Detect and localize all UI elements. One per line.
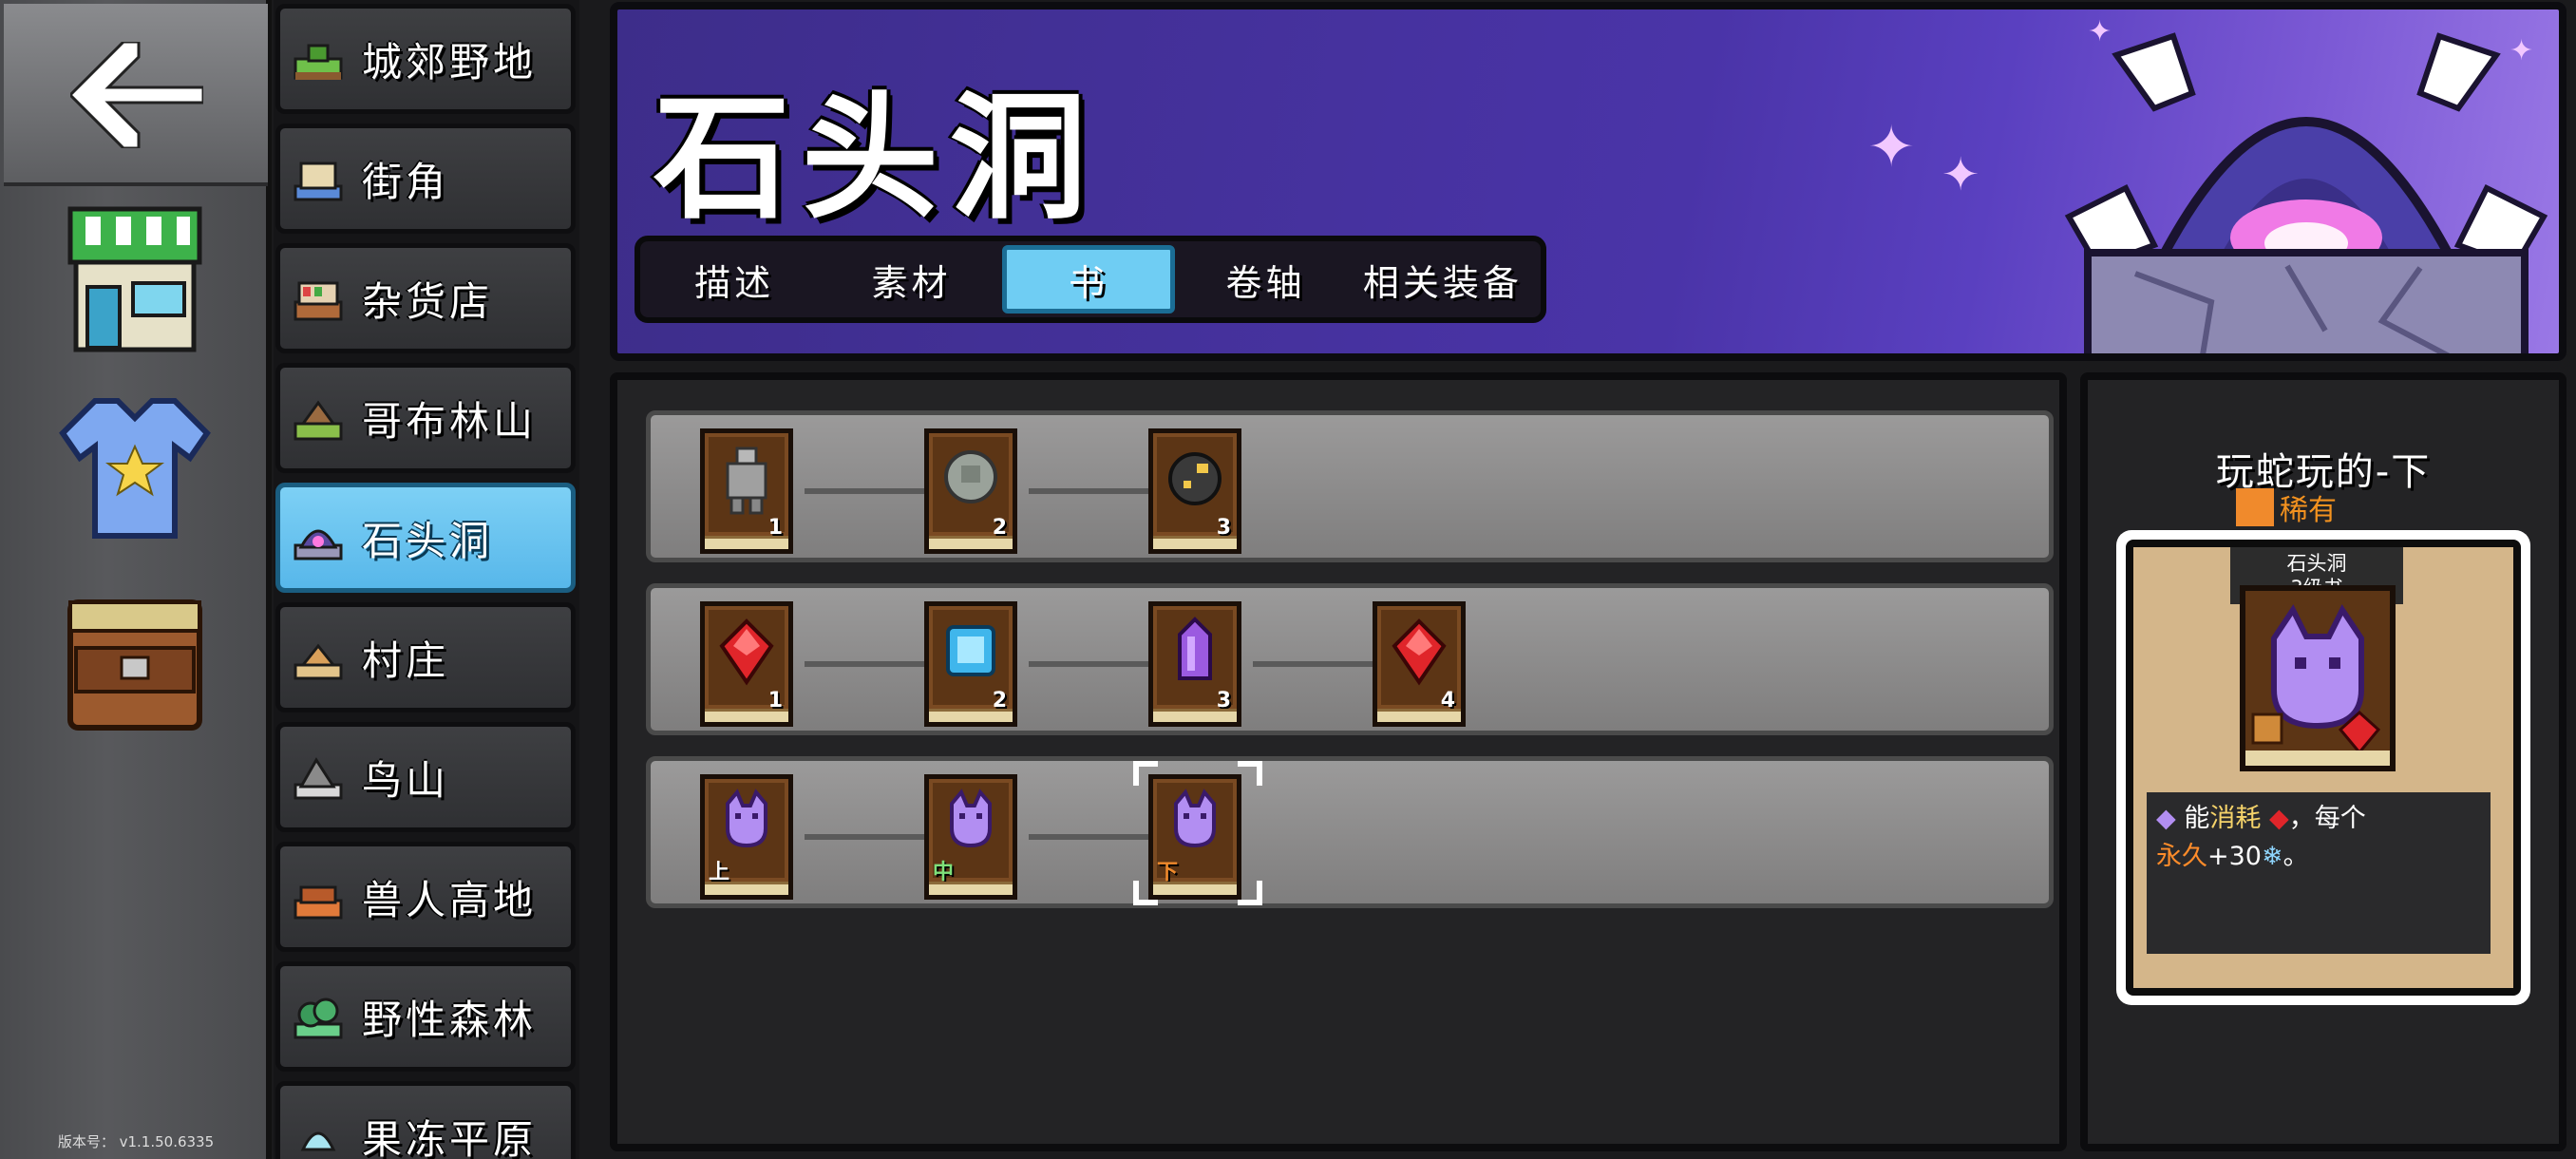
book-card[interactable]: 上 [700,774,793,900]
location-label: 街角 [362,158,450,205]
grassland-icon [294,44,343,80]
location-label: 鸟山 [362,756,450,804]
sparkle-icon: ✦ [1941,148,1980,201]
backpack-icon[interactable] [57,581,213,737]
book-illustration [2240,585,2396,771]
book-description: ◆ 能消耗 ◆，每个 永久+30❄。 [2147,792,2491,954]
book-card[interactable]: 3 [1148,428,1241,554]
header-banner: 石头洞 ✦ ✦ ✦ ✦ 描述 素材 书 卷轴 相关装备 [610,2,2567,361]
book-card[interactable]: 2 [924,428,1017,554]
ore-golem-icon [1168,452,1222,505]
book-chain-row: 1 2 3 [646,410,2054,562]
book-card[interactable]: 中 [924,774,1017,900]
goblin-hill-icon [294,400,343,441]
book-card-detail: 石头洞 3级书 ◆ 能消耗 ◆，每个 [2116,530,2530,1005]
back-button[interactable] [4,4,268,186]
book-card[interactable]: 2 [924,601,1017,727]
selection-corner [1133,881,1158,905]
book-card[interactable]: 3 [1148,601,1241,727]
location-item-orc-highland[interactable]: 兽人高地 [275,842,576,952]
blue-gem-icon [946,625,995,676]
tab-books[interactable]: 书 [1001,245,1176,314]
location-item-street[interactable]: 街角 [275,124,576,234]
card-tag-location: 石头洞 [2286,552,2347,575]
shop-icon[interactable] [57,203,213,359]
book-detail-panel: 玩蛇玩的-下 稀有 石头洞 3级书 [2080,372,2567,1151]
shirt-icon[interactable] [57,391,213,547]
red-gem-icon [719,618,774,686]
location-item-suburb[interactable]: 城郊野地 [275,4,576,114]
book-card[interactable]: 4 [1373,601,1466,727]
stone-cave-portal-icon [2064,32,2548,353]
rarity-badge: 稀有 [2236,486,2337,528]
location-label: 石头洞 [362,517,494,564]
location-item-grocery[interactable]: 杂货店 [275,243,576,353]
book-chain-row: 上 中 下 [646,756,2054,908]
game-screen: 版本号： v1.1.50.6335 城郊野地 街角 杂货店 哥布林山 石头洞 村… [0,0,2576,1159]
rarity-label: 稀有 [2280,494,2337,527]
red-gem-icon [1392,618,1447,686]
tab-description[interactable]: 描述 [648,245,821,314]
sparkle-icon: ✦ [1867,114,1916,180]
tab-scrolls[interactable]: 卷轴 [1179,245,1352,314]
wild-forest-icon [294,998,343,1039]
snake-spirit-icon: ◆ [2156,804,2176,833]
tab-materials[interactable]: 素材 [824,245,997,314]
rarity-swatch [2236,488,2274,526]
back-arrow-icon [70,42,203,148]
bird-mountain-icon [294,757,343,800]
location-item-bird-mountain[interactable]: 鸟山 [275,722,576,832]
location-item-stone-cave[interactable]: 石头洞 [275,483,576,593]
snake-spirit-icon [1174,788,1216,848]
location-item-jelly-plain[interactable]: 果冻平原 [275,1081,576,1159]
rock-golem-icon [944,450,997,504]
location-label: 城郊野地 [362,38,538,86]
location-label: 杂货店 [362,277,494,325]
location-label: 野性森林 [362,996,538,1043]
snake-spirit-icon [950,788,992,848]
red-gem-icon: ◆ [2268,804,2289,833]
version-label: 版本号： v1.1.50.6335 [57,1133,215,1150]
selection-corner [1238,761,1262,786]
location-label: 兽人高地 [362,876,538,923]
location-item-village[interactable]: 村庄 [275,602,576,712]
selection-corner [1133,761,1158,786]
book-chains-panel: 1 2 3 1 2 3 4 上 中 下 [610,372,2067,1151]
location-item-wild-forest[interactable]: 野性森林 [275,961,576,1072]
tab-related-equipment[interactable]: 相关装备 [1356,245,1529,314]
stone-cave-icon [294,529,343,560]
location-label: 哥布林山 [362,397,538,445]
left-rail: 版本号： v1.1.50.6335 [0,0,272,1159]
snake-spirit-icon [726,788,767,848]
location-label: 村庄 [362,636,450,684]
location-list: 城郊野地 街角 杂货店 哥布林山 石头洞 村庄 鸟山 兽人高地 野性森林 果冻平… [274,0,579,1159]
book-chain-row: 1 2 3 4 [646,583,2054,735]
snowflake-icon: ❄ [2261,842,2283,871]
selection-corner [1238,881,1262,905]
stone-golem-icon [726,446,767,515]
village-icon [294,643,343,680]
orc-highland-icon [294,885,343,920]
tab-bar: 描述 素材 书 卷轴 相关装备 [635,236,1546,323]
location-item-goblin-hill[interactable]: 哥布林山 [275,363,576,473]
snake-spirit-icon [2245,591,2390,766]
page-title: 石头洞 [653,78,1099,238]
location-label: 果冻平原 [362,1115,538,1159]
purple-crystal-icon [1178,617,1212,680]
jelly-plain-icon [300,1131,336,1151]
book-card-selected[interactable]: 下 [1148,774,1241,900]
book-card[interactable]: 1 [700,428,793,554]
grocery-icon [294,281,343,321]
book-card[interactable]: 1 [700,601,793,727]
street-icon [294,162,343,201]
